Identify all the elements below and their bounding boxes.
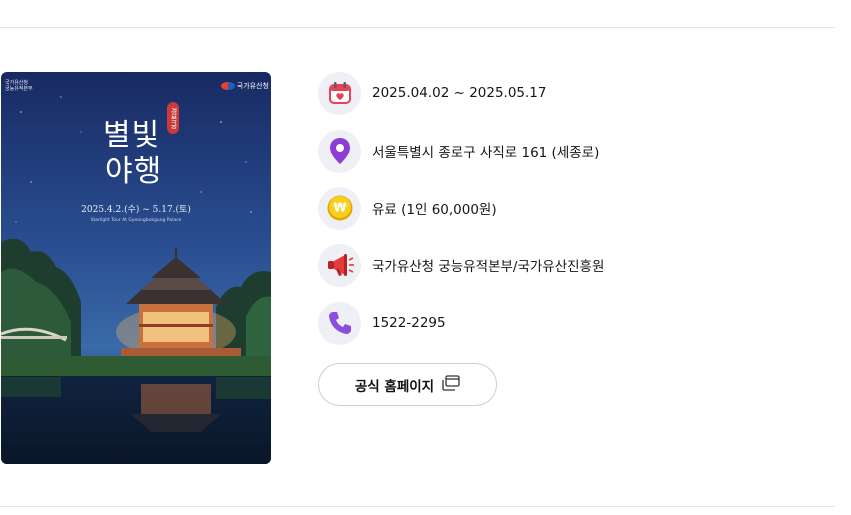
location-pin-icon (318, 129, 361, 173)
info-row-phone: 1522-2295 (318, 301, 446, 345)
event-fee: 유료 (1인 60,000원) (372, 202, 497, 218)
svg-text:₩: ₩ (333, 201, 347, 215)
event-organizer: 국가유산청 궁능유적본부/국가유산진흥원 (372, 259, 605, 275)
info-row-organizer: 국가유산청 궁능유적본부/국가유산진흥원 (318, 243, 604, 287)
event-phone: 1522-2295 (372, 315, 446, 331)
top-divider (0, 27, 835, 28)
megaphone-icon (318, 243, 361, 287)
event-poster-image: 국가유산청 궁능유적본부 국가유산청 별빛 야행 경복궁 2025.4.2.(수)… (1, 72, 271, 464)
info-row-period: 2025.04.02 ~ 2025.05.17 (318, 71, 547, 115)
event-address: 서울특별시 종로구 사직로 161 (세종로) (372, 145, 600, 161)
info-row-fee: ₩ 유료 (1인 60,000원) (318, 186, 497, 230)
external-window-icon (442, 374, 460, 395)
calendar-icon (318, 71, 361, 115)
event-period: 2025.04.02 ~ 2025.05.17 (372, 85, 547, 101)
bottom-divider (0, 506, 835, 507)
info-row-address: 서울특별시 종로구 사직로 161 (세종로) (318, 129, 599, 173)
won-coin-icon: ₩ (318, 186, 361, 230)
phone-icon (318, 301, 361, 345)
official-homepage-label: 공식 홈페이지 (354, 378, 435, 395)
official-homepage-button[interactable]: 공식 홈페이지 (318, 363, 497, 406)
